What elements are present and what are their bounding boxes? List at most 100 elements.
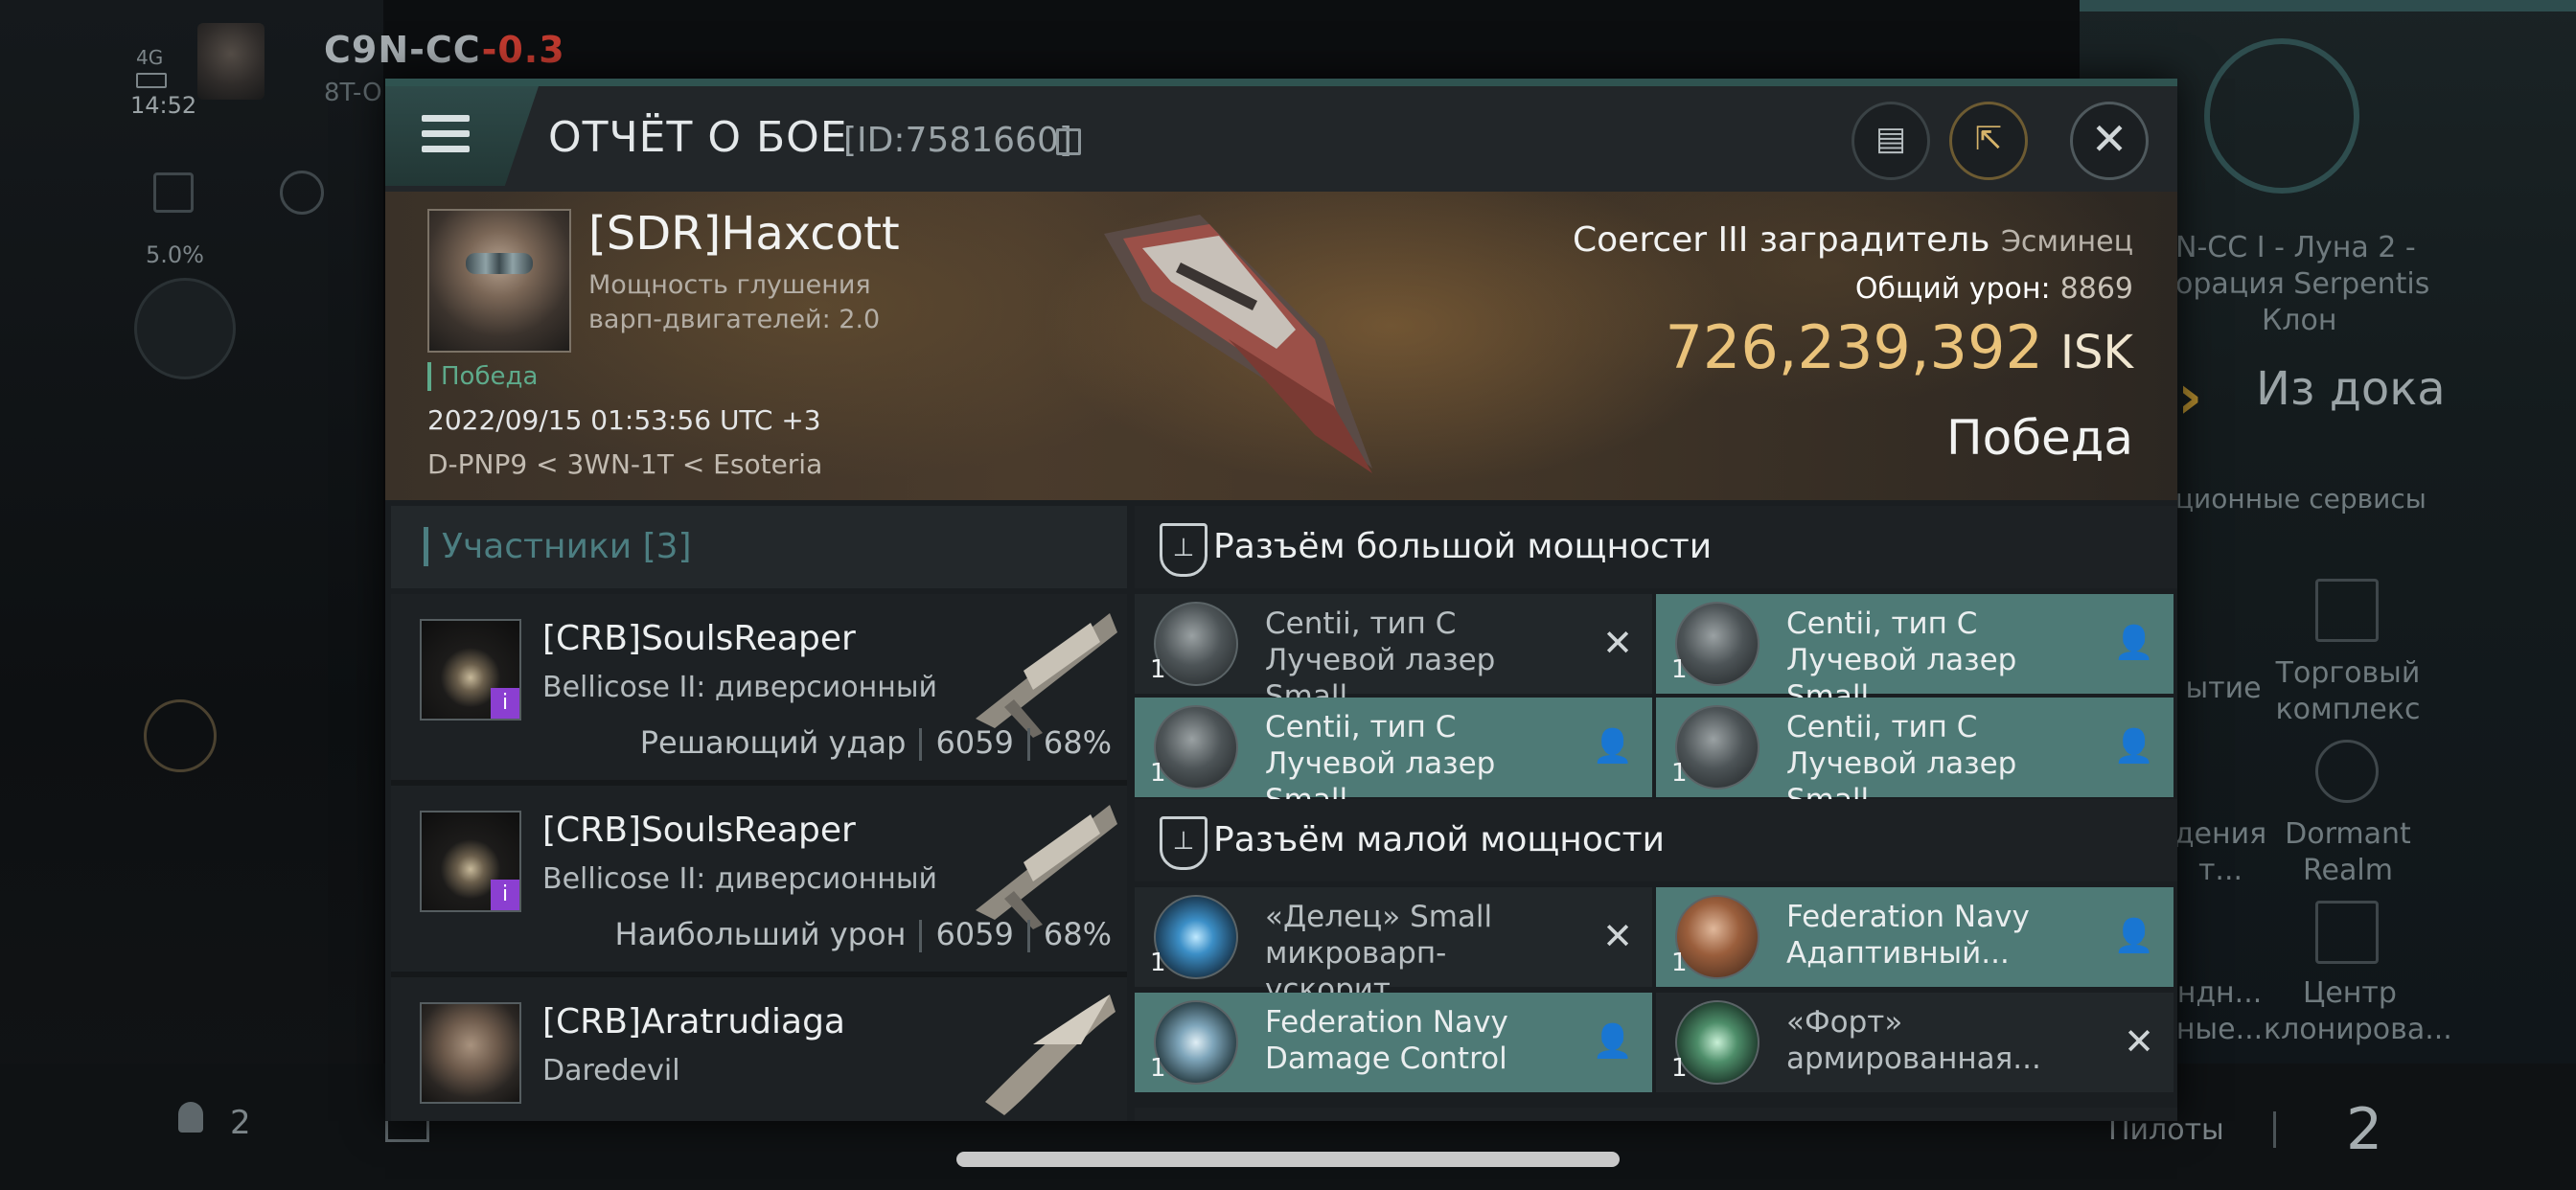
participant-row[interactable]: i [CRB]SoulsReaper Bellicose II: диверси… [391, 786, 1127, 977]
victim-ship-image [1104, 215, 1372, 473]
station-line-3: Клон [2262, 304, 2337, 337]
participant-percent: 68% [1043, 916, 1112, 952]
cargo-icon[interactable] [153, 172, 194, 213]
module-qty: 1 [1671, 655, 1688, 684]
participant-row[interactable]: [CRB]Aratrudiaga Daredevil [391, 977, 1127, 1121]
warp-disrupt-line-2: варп-двигателей: 2.0 [588, 305, 881, 334]
clock-label: 14:52 [130, 92, 197, 119]
undock-label: Из дока [2256, 362, 2446, 416]
close-icon: ✕ [2090, 113, 2128, 165]
person-icon: 👤 [2113, 727, 2154, 766]
module-icon [1675, 602, 1760, 686]
high-slots-header: ⊥ Разъём большой мощности [1135, 506, 2177, 588]
participant-portrait: i [420, 619, 521, 721]
high-slot-item[interactable]: 1 Centii, тип C Лучевой лазер Small 👤 [1656, 698, 2174, 817]
module-name: «Форт» армированная... [1786, 1005, 2041, 1076]
person-icon: 👤 [1592, 727, 1633, 766]
copy-icon[interactable] [1056, 128, 1081, 155]
participant-stats: Решающий удар 6059 68% [640, 724, 1112, 761]
victim-portrait[interactable] [427, 209, 571, 353]
victim-banner: [SDR]Haxcott Мощность глушения варп-двиг… [385, 192, 2177, 500]
module-icon [1154, 602, 1238, 686]
pilot-avatar[interactable] [197, 23, 264, 100]
participant-role: Решающий удар [639, 724, 907, 761]
pilots-divider [2273, 1111, 2276, 1148]
dialog-header: ОТЧЁТ О БОЕ [ID:7581660] ▤ ⇱ ✕ [385, 86, 2177, 192]
ship-type: Coercer III заградитель [1573, 220, 1990, 260]
service-tile-5[interactable]: ндн... ные... [2166, 975, 2273, 1048]
mid-slot-item[interactable]: 1 Federation Navy Damage Control 👤 [1135, 993, 1652, 1092]
cargo-percent: 5.0% [146, 241, 204, 268]
total-damage: Общий урон: 8869 [1855, 272, 2133, 306]
module-icon [1675, 1000, 1760, 1085]
undock-button[interactable]: Из дока [2256, 362, 2446, 416]
isk-unit: ISK [2059, 326, 2133, 379]
module-qty: 1 [1150, 655, 1166, 684]
participant-damage: 6059 [935, 724, 1014, 761]
home-indicator[interactable] [956, 1152, 1620, 1167]
station-panel-top-strip [2080, 0, 2576, 11]
x-mark-icon: ✕ [1602, 622, 1633, 664]
participant-ship-image [985, 995, 1116, 1115]
module-qty: 1 [1671, 759, 1688, 788]
next-section-header [1135, 1108, 2177, 1121]
service-tile-3[interactable]: дения т... [2168, 816, 2273, 889]
high-slot-item[interactable]: 1 Centii, тип C Лучевой лазер Small 👤 [1656, 594, 2174, 714]
mid-slot-icon: ⊥ [1160, 816, 1208, 870]
participant-name: [CRB]SoulsReaper [542, 619, 856, 658]
clone-center-icon [2315, 901, 2379, 964]
high-slots-title: Разъём большой мощности [1213, 527, 1713, 566]
module-icon [1675, 705, 1760, 790]
station-line-1: N-CC I - Луна 2 - [2175, 231, 2416, 264]
station-title: N-CC I - Луна 2 - орация Serpentis Клон [2175, 230, 2559, 339]
service-tile-6[interactable]: Центр клонирова... [2264, 975, 2452, 1048]
victim-name[interactable]: [SDR]Haxcott [588, 207, 900, 261]
system-name[interactable]: C9N-CC-0.3 [324, 29, 565, 71]
mid-slot-item[interactable]: 1 Federation Navy Адаптивный... 👤 [1656, 887, 2174, 987]
participant-row[interactable]: i [CRB]SoulsReaper Bellicose II: диверси… [391, 594, 1127, 786]
map-pin-button[interactable] [134, 278, 236, 379]
participant-name: [CRB]SoulsReaper [542, 811, 856, 850]
result-tag: Победа [427, 362, 538, 391]
kill-location[interactable]: D-PNP9 < 3WN-1T < Esoteria [427, 448, 822, 480]
target-icon[interactable] [144, 699, 217, 772]
faction-emblem-icon [2204, 38, 2359, 194]
participant-ship: Bellicose II: диверсионный [542, 671, 938, 704]
dormant-realm-icon [2315, 740, 2379, 803]
system-name-text: C9N-CC [324, 29, 482, 71]
service-tile-2[interactable]: Торговый комплекс [2262, 655, 2434, 728]
battery-icon [136, 73, 167, 88]
hamburger-icon [422, 115, 470, 155]
isk-amount: 726,239,392 [1665, 312, 2043, 382]
module-qty: 1 [1150, 1054, 1166, 1083]
participant-damage: 6059 [935, 916, 1014, 952]
high-slot-icon: ⊥ [1160, 523, 1208, 577]
high-slot-item[interactable]: 1 Centii, тип C Лучевой лазер Small ✕ [1135, 594, 1652, 714]
high-slot-item[interactable]: 1 Centii, тип C Лучевой лазер Small 👤 [1135, 698, 1652, 817]
participants-title: Участники [3] [424, 527, 692, 566]
combat-report-dialog: ОТЧЁТ О БОЕ [ID:7581660] ▤ ⇱ ✕ [SDR]Haxc… [385, 79, 2177, 1121]
module-icon [1154, 705, 1238, 790]
person-icon: 👤 [2113, 624, 2154, 662]
service-tile-4[interactable]: Dormant Realm [2271, 816, 2425, 889]
close-button[interactable]: ✕ [2070, 102, 2149, 180]
ship-name[interactable]: Coercer III заградитель Эсминец [1573, 220, 2133, 260]
notes-button[interactable]: ▤ [1852, 102, 1930, 180]
mid-slot-item[interactable]: 1 «Форт» армированная... ✕ [1656, 993, 2174, 1092]
total-damage-value: 8869 [2059, 272, 2133, 306]
mid-slot-item[interactable]: 1 «Делец» Small микроварп-ускорит.... ✕ [1135, 887, 1652, 1007]
isk-value: 726,239,392 ISK [1665, 312, 2133, 382]
participant-ship-image [976, 613, 1117, 738]
module-qty: 1 [1671, 949, 1688, 977]
drone-icon[interactable] [280, 171, 324, 215]
system-security: -0.3 [481, 29, 565, 71]
service-tile-1[interactable]: ытие [2175, 671, 2271, 707]
participants-panel: Участники [3] i [CRB]SoulsReaper Bellico… [391, 506, 1127, 1121]
report-id[interactable]: [ID:7581660] [843, 121, 1072, 160]
online-icon[interactable] [178, 1102, 203, 1133]
total-damage-label: Общий урон: [1854, 272, 2051, 306]
share-button[interactable]: ⇱ [1949, 102, 2028, 180]
participant-portrait [420, 1002, 521, 1104]
participants-header: Участники [3] [391, 506, 1127, 588]
menu-button[interactable] [385, 86, 539, 186]
